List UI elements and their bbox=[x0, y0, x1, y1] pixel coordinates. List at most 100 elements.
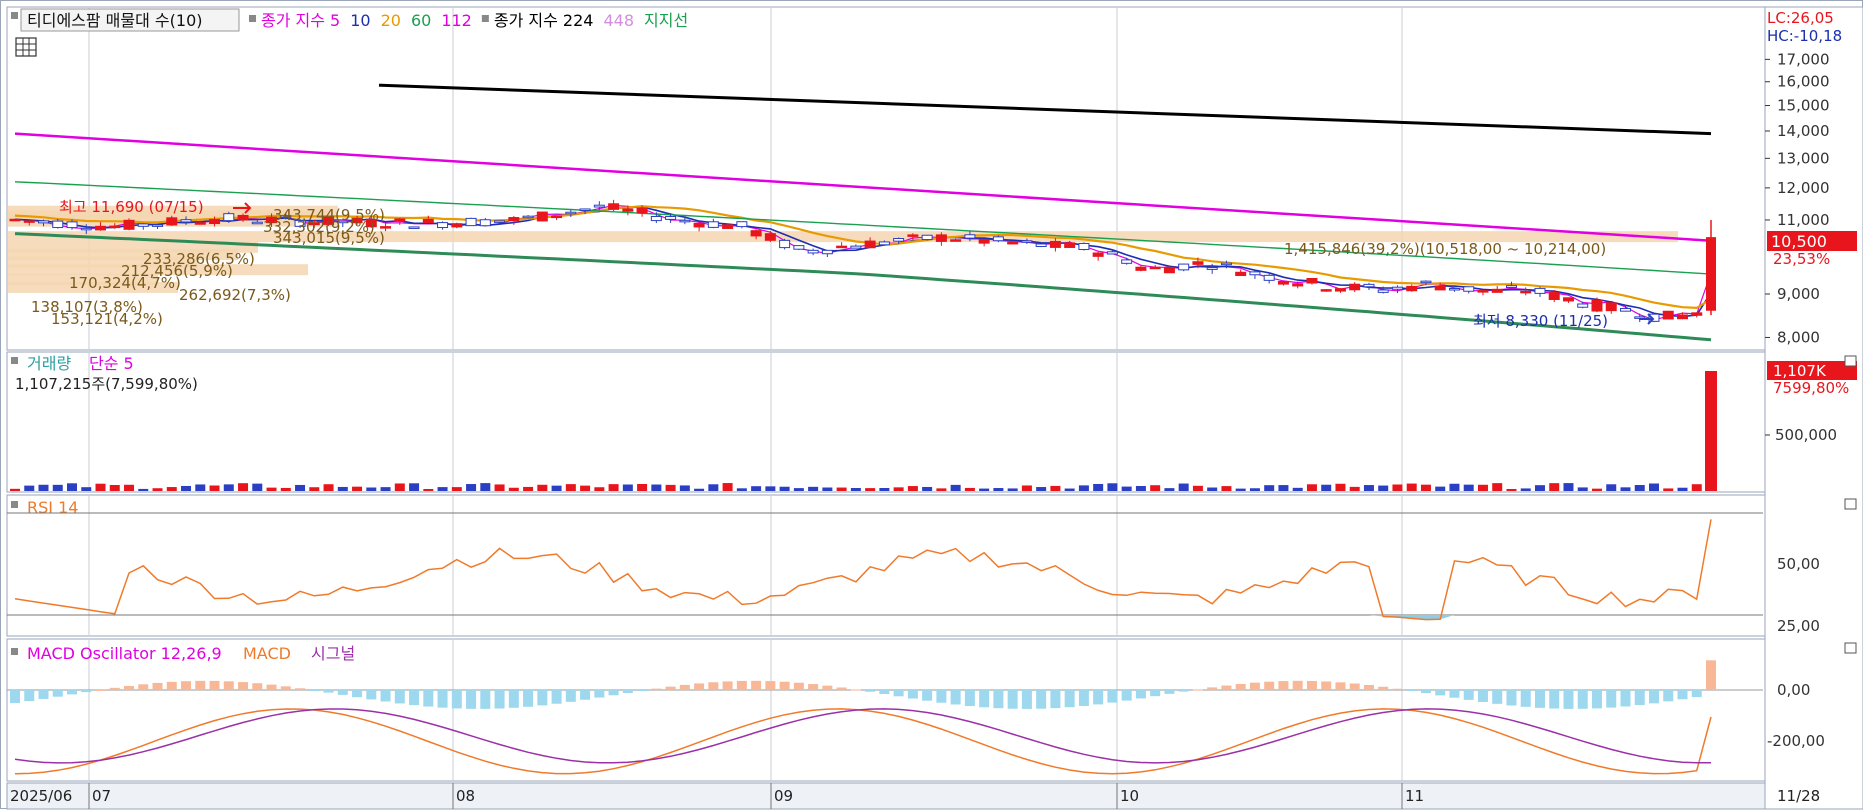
macd-osc-bar bbox=[1264, 681, 1275, 690]
volume-bar bbox=[1492, 483, 1503, 491]
volume-bar bbox=[1078, 485, 1089, 491]
macd-osc-bar bbox=[651, 688, 662, 690]
volume-square-icon bbox=[11, 357, 18, 364]
candle-body bbox=[1007, 241, 1019, 245]
volume-bar bbox=[138, 488, 149, 491]
candle-body bbox=[194, 222, 206, 225]
volume-bar bbox=[608, 484, 619, 491]
candle-body bbox=[1534, 287, 1546, 294]
candle-body bbox=[893, 238, 905, 242]
macd-osc-bar bbox=[138, 684, 149, 690]
legend-square-icon bbox=[481, 15, 489, 22]
volume-bar bbox=[1549, 483, 1560, 491]
candle-body bbox=[1491, 288, 1503, 293]
macd-osc-bar bbox=[964, 690, 975, 707]
macd-osc-bar bbox=[1648, 690, 1659, 704]
x-label: 07 bbox=[92, 787, 111, 805]
candle-body bbox=[1349, 283, 1361, 291]
macd-osc-bar bbox=[836, 687, 847, 690]
volume-bar bbox=[1691, 484, 1702, 491]
macd-osc-bar bbox=[736, 680, 747, 690]
macd-osc-bar bbox=[1221, 685, 1232, 690]
macd-osc-bar bbox=[1292, 680, 1303, 690]
macd-osc-bar bbox=[850, 689, 861, 691]
volume-bar bbox=[494, 484, 505, 491]
volume-bar bbox=[736, 488, 747, 491]
candle-body bbox=[1448, 287, 1460, 291]
volume-bar bbox=[1392, 484, 1403, 491]
profile-label: 343,015(9,5%) bbox=[273, 229, 385, 247]
candle-body bbox=[494, 220, 506, 223]
candle-body bbox=[437, 222, 449, 229]
macd-osc-bar bbox=[1078, 690, 1089, 706]
macd-osc-bar bbox=[751, 680, 762, 690]
rsi-square-icon bbox=[11, 501, 18, 508]
volume-bar bbox=[437, 487, 448, 491]
candle-body bbox=[38, 220, 50, 224]
macd-osc-bar bbox=[722, 681, 733, 690]
candle-body bbox=[1078, 242, 1090, 250]
macd-osc-bar bbox=[694, 683, 705, 690]
macd-osc-bar bbox=[1677, 690, 1688, 700]
price-legend[interactable]: 티디에스팜 매물대 수(10) 종가 지수 5 10 20 60 112 종가 지수 22… bbox=[11, 8, 688, 32]
volume-badge-pct: 7599,80% bbox=[1773, 379, 1849, 397]
candle-body bbox=[707, 221, 719, 228]
candle-body bbox=[422, 218, 434, 224]
volume-bar bbox=[964, 487, 975, 491]
volume-bar bbox=[765, 486, 776, 491]
macd-label: MACD bbox=[243, 644, 291, 663]
volume-bar bbox=[423, 488, 434, 491]
macd-osc-bar bbox=[1007, 690, 1018, 709]
macd-osc-bar bbox=[451, 690, 462, 709]
macd-osc-bar bbox=[622, 690, 633, 693]
legend-item: 112 bbox=[441, 11, 472, 30]
macd-close-icon[interactable] bbox=[1844, 642, 1857, 654]
rsi-title: RSI 14 bbox=[27, 498, 78, 517]
volume-bar bbox=[480, 483, 491, 491]
candle-body bbox=[1463, 286, 1475, 292]
volume-bar bbox=[1235, 488, 1246, 491]
candle-body bbox=[1605, 302, 1617, 312]
volume-bar bbox=[152, 488, 163, 491]
rsi-tick-50: 50,00 bbox=[1777, 555, 1820, 573]
volume-close-icon[interactable] bbox=[1844, 355, 1857, 367]
volume-bar bbox=[52, 484, 63, 491]
macd-osc-bar bbox=[10, 690, 20, 704]
price-tick-label: 9,000 bbox=[1777, 285, 1820, 303]
candle-body bbox=[1277, 281, 1289, 285]
candle-body bbox=[394, 218, 406, 222]
macd-osc-bar bbox=[1520, 690, 1531, 707]
macd-osc-bar bbox=[1235, 683, 1246, 690]
volume-bar bbox=[1150, 485, 1161, 491]
macd-osc-bar bbox=[252, 683, 263, 690]
macd-osc-bar bbox=[1178, 690, 1189, 692]
candle-body bbox=[907, 234, 919, 237]
table-icon[interactable] bbox=[15, 37, 37, 57]
macd-osc-bar bbox=[537, 690, 548, 706]
legend-item: 60 bbox=[411, 11, 431, 30]
volume-bar bbox=[993, 488, 1004, 491]
macd-osc-bar bbox=[808, 684, 819, 690]
volume-bar bbox=[523, 486, 534, 491]
candle-body bbox=[693, 222, 705, 228]
macd-osc-bar bbox=[166, 681, 177, 690]
macd-osc-bar bbox=[1093, 690, 1104, 705]
volume-bar bbox=[252, 483, 263, 491]
volume-bar bbox=[779, 486, 790, 491]
macd-osc-bar bbox=[280, 686, 291, 690]
macd-osc-bar bbox=[1406, 690, 1417, 691]
macd-osc-bar bbox=[352, 690, 363, 698]
volume-bar bbox=[1121, 486, 1132, 491]
volume-bar bbox=[679, 485, 690, 491]
macd-osc-bar bbox=[679, 684, 690, 690]
volume-bar bbox=[295, 484, 306, 491]
macd-osc-bar bbox=[95, 689, 106, 691]
volume-bar bbox=[694, 488, 705, 491]
candle-body bbox=[1577, 303, 1589, 308]
candle-body bbox=[536, 211, 548, 222]
volume-bar bbox=[565, 484, 576, 491]
current-change: 23,53% bbox=[1773, 250, 1830, 268]
profile-label: 170,324(4,7%) bbox=[69, 274, 181, 292]
rsi-close-icon[interactable] bbox=[1844, 498, 1857, 510]
candle-body bbox=[1706, 237, 1716, 311]
